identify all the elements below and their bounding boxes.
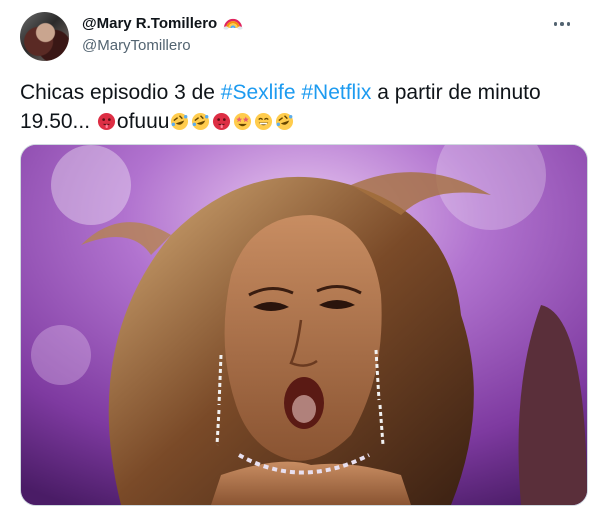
media-gif[interactable] bbox=[20, 144, 588, 506]
display-name-text: @Mary R.Tomillero bbox=[82, 15, 218, 32]
rofl-icon bbox=[276, 112, 294, 131]
grin-squint-icon bbox=[255, 112, 273, 131]
rainbow-icon bbox=[223, 18, 243, 30]
rofl-icon bbox=[192, 112, 210, 131]
rofl-icon bbox=[171, 112, 189, 131]
hashtag-netflix[interactable]: #Netflix bbox=[301, 81, 371, 104]
hot-face-icon bbox=[213, 112, 231, 131]
star-struck-icon bbox=[234, 112, 252, 131]
avatar[interactable] bbox=[20, 12, 69, 61]
tweet-text-part3: ofuuu bbox=[116, 110, 170, 133]
tweet: @Mary R.Tomillero @MaryTomillero Chicas … bbox=[0, 0, 590, 506]
tweet-text-part1: Chicas episodio 3 de bbox=[20, 81, 221, 104]
more-options-icon[interactable] bbox=[550, 14, 574, 34]
tweet-text: Chicas episodio 3 de #Sexlife #Netflix a… bbox=[20, 78, 580, 136]
hot-face-icon bbox=[97, 112, 115, 131]
hashtag-sexlife[interactable]: #Sexlife bbox=[221, 81, 296, 104]
author-handle[interactable]: @MaryTomillero bbox=[82, 37, 191, 54]
performer-shocked-image bbox=[21, 145, 587, 505]
display-name[interactable]: @Mary R.Tomillero bbox=[82, 14, 243, 32]
